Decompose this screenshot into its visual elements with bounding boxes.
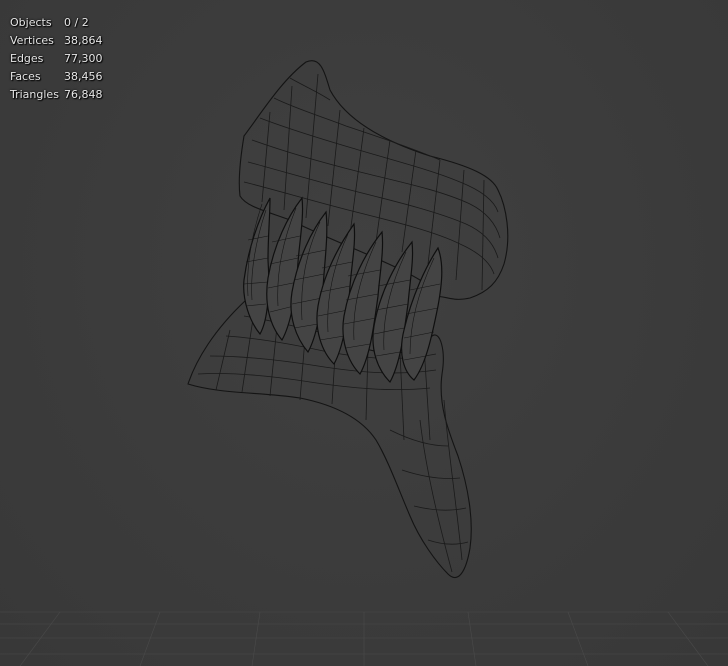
floor-grid (0, 611, 728, 666)
tooth-1 (243, 197, 271, 336)
3d-viewport[interactable]: Objects 0 / 2 Vertices 38,864 Edges 77,3… (0, 0, 728, 666)
viewport-scene[interactable] (0, 0, 728, 666)
